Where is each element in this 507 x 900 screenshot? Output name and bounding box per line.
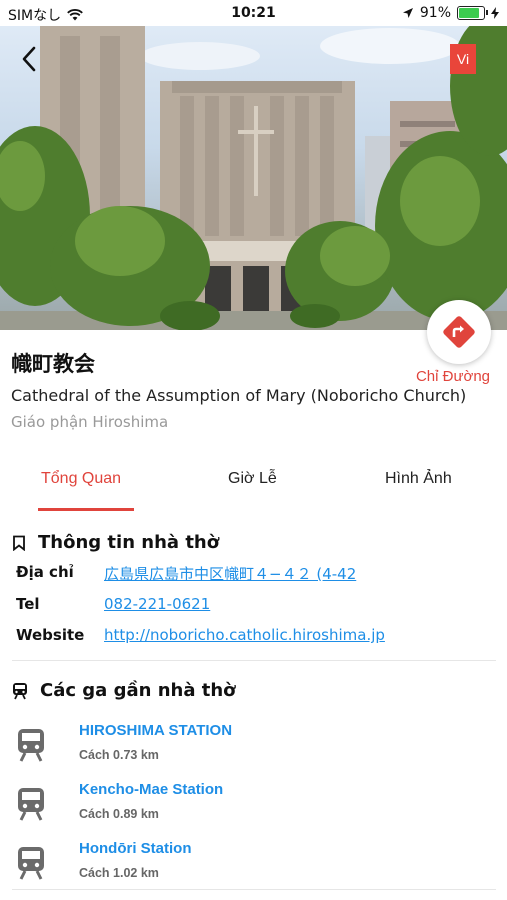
- church-diocese: Giáo phận Hiroshima: [11, 413, 169, 431]
- church-info-title: Thông tin nhà thờ: [38, 532, 220, 553]
- active-tab-indicator: [38, 508, 134, 511]
- directions-button[interactable]: [427, 300, 491, 364]
- back-button[interactable]: [14, 44, 44, 74]
- directions-icon: [443, 316, 475, 348]
- status-bar: SIMなし 10:21 91%: [0, 0, 507, 26]
- battery-percent: 91%: [419, 5, 451, 21]
- tab-mass-times[interactable]: Giờ Lễ: [228, 470, 277, 488]
- church-name: 幟町教会: [11, 352, 95, 376]
- tel-label: Tel: [16, 595, 40, 613]
- address-link[interactable]: 広島県広島市中区幟町４−４２ (4-42: [104, 563, 356, 584]
- tab-photos[interactable]: Hình Ảnh: [385, 470, 452, 488]
- station-item[interactable]: Kencho-Mae Station Cách 0.89 km: [16, 781, 496, 837]
- website-label: Website: [16, 626, 85, 644]
- charging-bolt-icon: [491, 7, 499, 19]
- station-name[interactable]: Kencho-Mae Station: [79, 781, 223, 798]
- address-label: Địa chỉ: [16, 563, 74, 581]
- train-icon: [18, 729, 44, 762]
- train-icon: [13, 682, 27, 699]
- train-icon: [18, 847, 44, 880]
- station-distance: Cách 1.02 km: [79, 866, 159, 880]
- language-badge[interactable]: Vi: [450, 44, 476, 74]
- battery-fill: [459, 8, 480, 18]
- chevron-left-icon: [22, 46, 36, 72]
- church-english-name: Cathedral of the Assumption of Mary (Nob…: [11, 386, 467, 405]
- battery-icon: [457, 6, 488, 20]
- status-right: 91%: [402, 5, 499, 21]
- church-photo: [0, 26, 507, 330]
- website-link[interactable]: http://noboricho.catholic.hiroshima.jp: [104, 626, 385, 644]
- station-distance: Cách 0.89 km: [79, 807, 159, 821]
- tab-overview[interactable]: Tổng Quan: [41, 470, 121, 488]
- station-name[interactable]: HIROSHIMA STATION: [79, 722, 232, 739]
- bookmark-icon: [13, 535, 25, 551]
- tel-link[interactable]: 082-221-0621: [104, 595, 210, 613]
- section-divider: [12, 660, 496, 661]
- station-item[interactable]: Hondōri Station Cách 1.02 km: [16, 840, 496, 896]
- station-name[interactable]: Hondōri Station: [79, 840, 192, 857]
- directions-label[interactable]: Chỉ Đường: [408, 368, 498, 385]
- church-info-heading: Thông tin nhà thờ: [12, 532, 219, 553]
- station-distance: Cách 0.73 km: [79, 748, 159, 762]
- tab-bar: Tổng Quan Giờ Lễ Hình Ảnh: [0, 460, 507, 512]
- location-arrow-icon: [402, 8, 413, 18]
- stations-heading: Các ga gần nhà thờ: [12, 680, 236, 701]
- church-photo-illustration: [0, 26, 507, 330]
- bottom-divider: [12, 889, 496, 890]
- train-icon: [18, 788, 44, 821]
- stations-title: Các ga gần nhà thờ: [40, 680, 236, 701]
- station-item[interactable]: HIROSHIMA STATION Cách 0.73 km: [16, 722, 496, 778]
